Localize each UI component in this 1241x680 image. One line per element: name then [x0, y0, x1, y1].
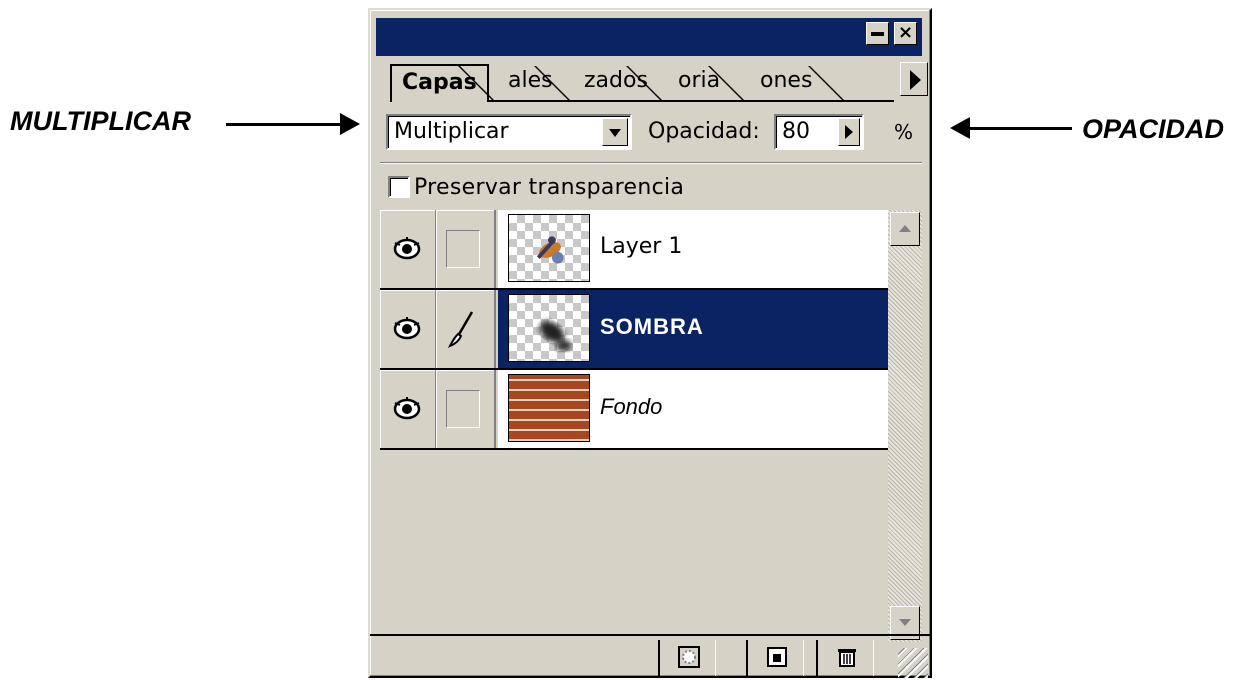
layer-main[interactable]: Fondo	[498, 370, 888, 448]
preserve-transparency-checkbox[interactable]	[388, 176, 410, 198]
visibility-toggle[interactable]	[380, 210, 436, 288]
tab-trazados[interactable]: zados	[584, 64, 648, 98]
bricks-thumbnail	[508, 374, 590, 442]
blend-mode-select[interactable]: Multiplicar	[386, 114, 632, 150]
eye-icon	[393, 317, 421, 340]
left-arrow-head-icon	[340, 113, 360, 135]
layer-name: SOMBRA	[600, 314, 704, 339]
percent-sign: %	[894, 120, 914, 144]
empty-slot	[446, 230, 480, 268]
bottom-toolbar	[370, 634, 930, 680]
close-icon[interactable]: ×	[894, 22, 917, 45]
layer-row-layer-1[interactable]: Layer 1	[380, 210, 888, 290]
tab-canales[interactable]: ales	[508, 64, 553, 98]
eye-icon	[393, 397, 421, 420]
delete-layer-button[interactable]	[816, 640, 874, 676]
opacity-input[interactable]: 80	[774, 114, 864, 150]
chevron-down-icon[interactable]	[602, 118, 628, 146]
eye-icon	[393, 237, 421, 260]
right-arrow-line	[968, 127, 1072, 130]
link-toggle[interactable]	[436, 210, 496, 288]
opacity-slider-arrow-icon[interactable]	[838, 118, 860, 146]
layer-row-sombra[interactable]: SOMBRA	[380, 290, 888, 370]
add-mask-button[interactable]	[658, 640, 716, 676]
layer-name: Fondo	[600, 394, 663, 419]
brush-toggle[interactable]	[436, 290, 496, 368]
shadow-thumbnail	[508, 294, 590, 362]
trash-icon	[838, 649, 856, 667]
layers-list: Layer 1 SOMBRA Fondo	[380, 210, 888, 630]
layers-panel: × Capas ales zados oria ones Multiplicar…	[368, 8, 932, 678]
new-layer-icon	[767, 647, 787, 667]
resize-grip-icon[interactable]	[898, 648, 928, 678]
minimize-icon[interactable]	[866, 22, 889, 45]
layer-main[interactable]: SOMBRA	[498, 290, 888, 368]
layer-name: Layer 1	[600, 234, 683, 259]
panel-menu-arrow-icon[interactable]	[900, 62, 928, 96]
vertical-scrollbar[interactable]	[888, 210, 922, 642]
mask-icon	[678, 646, 700, 668]
tab-capas[interactable]: Capas	[390, 64, 489, 102]
new-layer-button[interactable]	[746, 640, 804, 676]
opacity-label: Opacidad:	[648, 119, 760, 144]
tab-bar: Capas ales zados oria ones	[390, 60, 894, 102]
layer-main[interactable]: Layer 1	[498, 210, 888, 288]
scroll-up-icon[interactable]	[890, 212, 920, 246]
divider	[380, 162, 922, 164]
preserve-transparency-label: Preservar transparencia	[414, 175, 685, 200]
empty-slot	[446, 390, 480, 428]
opacity-value: 80	[782, 119, 810, 144]
visibility-toggle[interactable]	[380, 290, 436, 368]
layer-row-fondo[interactable]: Fondo	[380, 370, 888, 450]
brush-icon	[447, 311, 474, 348]
link-toggle[interactable]	[436, 370, 496, 448]
tab-separator	[808, 66, 844, 100]
left-arrow-line	[226, 123, 342, 126]
opacidad-annotation: OPACIDAD	[1082, 114, 1225, 144]
visibility-toggle[interactable]	[380, 370, 436, 448]
title-bar[interactable]: ×	[376, 18, 922, 56]
character-thumbnail	[508, 214, 590, 282]
multiplicar-annotation: MULTIPLICAR	[10, 106, 191, 136]
right-arrow-head-icon	[950, 117, 970, 139]
blend-mode-value: Multiplicar	[394, 119, 509, 144]
tab-acciones[interactable]: ones	[760, 64, 812, 98]
